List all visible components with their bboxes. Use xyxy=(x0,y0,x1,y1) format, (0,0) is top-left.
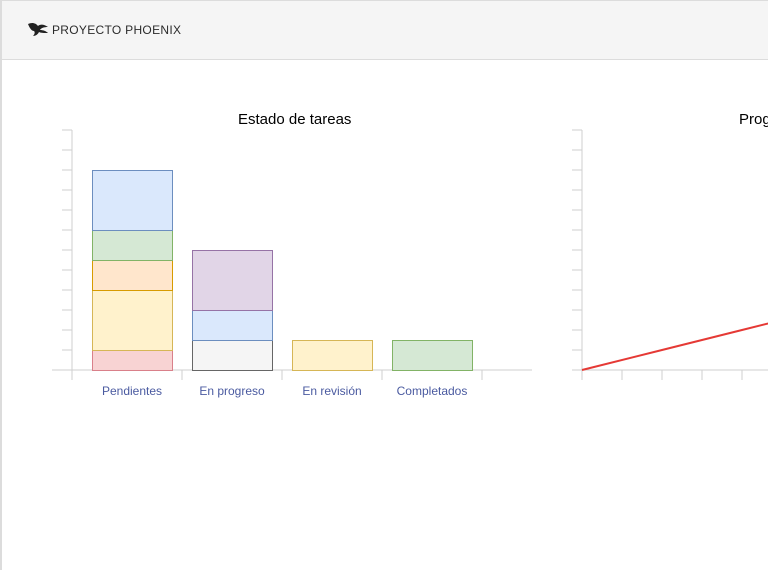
category-label: Completados xyxy=(397,384,468,398)
category-label: En revisión xyxy=(302,384,361,398)
category-label: En progreso xyxy=(199,384,265,398)
bar-segment xyxy=(92,290,173,351)
bar-segment xyxy=(192,250,273,311)
bar-segment xyxy=(92,230,173,261)
bar-segment xyxy=(92,350,173,371)
bar-segment xyxy=(392,340,473,371)
bar-segment xyxy=(92,170,173,231)
bar-segment xyxy=(92,260,173,291)
bar-segment xyxy=(292,340,373,371)
bar-segment xyxy=(192,340,273,371)
charts-canvas: Pendientes En progreso En revisión Completa… xyxy=(52,129,768,398)
bar-segment xyxy=(192,310,273,341)
progress-series-line xyxy=(581,322,768,371)
category-label: Pendientes xyxy=(102,384,162,398)
app-window: PROYECTO PHOENIX Estado de tareas Prog P… xyxy=(0,0,768,570)
